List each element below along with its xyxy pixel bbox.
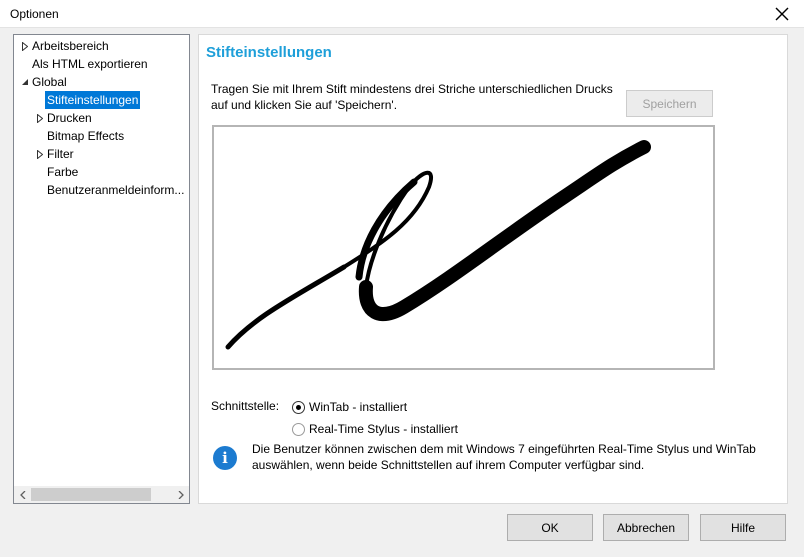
interface-label: Schnittstelle: bbox=[211, 399, 280, 413]
instructions-text: Tragen Sie mit Ihrem Stift mindestens dr… bbox=[211, 82, 613, 112]
tree-item[interactable]: Als HTML exportieren bbox=[14, 55, 189, 73]
horizontal-scrollbar[interactable] bbox=[14, 486, 189, 503]
close-button[interactable] bbox=[762, 0, 802, 28]
radio-rts-label: Real-Time Stylus - installiert bbox=[309, 422, 458, 436]
pen-drawing-area[interactable] bbox=[212, 125, 715, 370]
tree-item[interactable]: Drucken bbox=[14, 109, 189, 127]
chevron-right-icon bbox=[178, 490, 184, 499]
pen-stroke-drawing bbox=[225, 140, 651, 350]
help-button[interactable]: Hilfe bbox=[700, 514, 786, 541]
cancel-button[interactable]: Abbrechen bbox=[603, 514, 689, 541]
tree-item-label: Benutzeranmeldeinform... bbox=[47, 183, 185, 197]
tree-item-label: Farbe bbox=[47, 165, 79, 179]
tree-item-label: Global bbox=[32, 75, 67, 89]
tree-item-label: Filter bbox=[47, 147, 74, 161]
tree-list: Arbeitsbereich Als HTML exportieren Global… bbox=[14, 37, 189, 199]
tree-item-label: Drucken bbox=[47, 111, 92, 125]
tree-item-label: Bitmap Effects bbox=[47, 129, 125, 143]
settings-pane: Stifteinstellungen Tragen Sie mit Ihrem … bbox=[198, 34, 788, 504]
tree-item-label: Als HTML exportieren bbox=[32, 57, 148, 71]
scroll-right-button[interactable] bbox=[172, 486, 189, 503]
info-icon: i bbox=[213, 446, 237, 470]
tree-item[interactable]: Arbeitsbereich bbox=[14, 37, 189, 55]
tree-item-label: Stifteinstellungen bbox=[45, 91, 141, 109]
close-icon bbox=[775, 7, 789, 21]
tree-item[interactable]: Benutzeranmeldeinform... bbox=[14, 181, 189, 199]
save-button[interactable]: Speichern bbox=[626, 90, 713, 117]
scrollbar-thumb[interactable] bbox=[31, 488, 151, 501]
tree-item[interactable]: Filter bbox=[14, 145, 189, 163]
collapse-arrow-icon[interactable] bbox=[20, 73, 30, 91]
title-bar: Optionen bbox=[0, 0, 804, 28]
radio-real-time-stylus[interactable]: Real-Time Stylus - installiert bbox=[292, 421, 458, 437]
info-text: Die Benutzer können zwischen dem mit Win… bbox=[252, 442, 756, 472]
expand-arrow-icon[interactable] bbox=[20, 37, 30, 55]
options-tree[interactable]: Arbeitsbereich Als HTML exportieren Global… bbox=[13, 34, 190, 504]
tree-item[interactable]: Global bbox=[14, 73, 189, 91]
expand-arrow-icon[interactable] bbox=[35, 109, 45, 127]
scroll-left-button[interactable] bbox=[14, 486, 31, 503]
tree-item[interactable]: Farbe bbox=[14, 163, 189, 181]
window-title: Optionen bbox=[10, 7, 59, 21]
tree-item[interactable]: Stifteinstellungen bbox=[14, 91, 189, 109]
radio-wintab-label: WinTab - installiert bbox=[309, 400, 408, 414]
tree-item-label: Arbeitsbereich bbox=[32, 39, 109, 53]
radio-button-unchecked[interactable] bbox=[292, 422, 305, 436]
ok-button[interactable]: OK bbox=[507, 514, 593, 541]
tree-item[interactable]: Bitmap Effects bbox=[14, 127, 189, 145]
dialog-body: Arbeitsbereich Als HTML exportieren Global… bbox=[0, 28, 804, 557]
chevron-left-icon bbox=[19, 490, 25, 499]
expand-arrow-icon[interactable] bbox=[35, 145, 45, 163]
radio-button-checked[interactable] bbox=[292, 400, 305, 414]
radio-wintab[interactable]: WinTab - installiert bbox=[292, 399, 407, 415]
page-title: Stifteinstellungen bbox=[206, 44, 332, 61]
